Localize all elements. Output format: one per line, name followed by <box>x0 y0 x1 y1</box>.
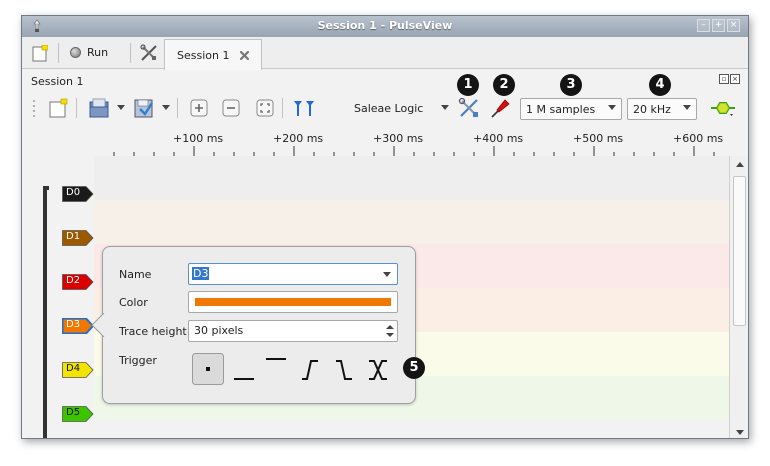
run-label: Run <box>87 46 109 59</box>
tab-session-1[interactable]: Session 1 <box>164 39 262 70</box>
trigger-low-button[interactable] <box>228 353 260 385</box>
spin-arrows-icon[interactable] <box>385 323 395 339</box>
channel-label-d3[interactable]: D3 <box>62 318 94 334</box>
scrollbar-thumb[interactable] <box>733 176 746 326</box>
trace-lane-d1[interactable] <box>94 200 729 244</box>
channel-label-d2[interactable]: D2 <box>62 274 94 290</box>
sample-count-select[interactable]: 1 M samples <box>520 98 622 120</box>
sample-count-value: 1 M samples <box>526 103 596 116</box>
save-icon[interactable] <box>133 97 155 119</box>
float-icon[interactable]: ▫ <box>719 74 729 84</box>
trigger-none-button[interactable] <box>192 353 224 385</box>
channel-group-bracket <box>43 186 49 438</box>
trigger-change-button[interactable] <box>362 353 394 385</box>
callout-3: 3 <box>560 74 582 96</box>
chevron-down-icon[interactable] <box>117 105 125 110</box>
chevron-down-icon[interactable] <box>441 105 449 110</box>
channel-name: D5 <box>66 407 81 418</box>
ruler-tick-label: +100 ms <box>173 132 224 145</box>
maximize-button[interactable]: + <box>712 19 725 32</box>
title-bar: Session 1 - PulseView – + × <box>22 16 748 37</box>
device-name: Saleae Logic <box>354 102 424 115</box>
scroll-up-icon[interactable] <box>736 162 744 167</box>
window-title: Session 1 - PulseView <box>317 19 453 32</box>
close-window-button[interactable]: × <box>727 19 740 32</box>
trace-height-spinbox[interactable]: 30 pixels <box>188 320 398 342</box>
channel-label-d0[interactable]: D0 <box>62 186 94 202</box>
vertical-scrollbar[interactable] <box>729 156 748 438</box>
chevron-down-icon <box>683 105 691 110</box>
ruler-tick-label: +600 ms <box>673 132 724 145</box>
channel-name: D0 <box>66 187 81 198</box>
sample-rate-value: 20 kHz <box>633 103 671 116</box>
popup-pointer <box>91 313 105 337</box>
name-input-value: D3 <box>192 267 210 280</box>
main-toolbar: Saleae Logic 1 M samples 20 kHz <box>22 94 748 124</box>
callout-4: 4 <box>649 74 671 96</box>
app-window: Session 1 - PulseView – + × Run Session … <box>21 15 749 439</box>
ruler-tick-label: +400 ms <box>473 132 524 145</box>
color-swatch <box>195 298 391 306</box>
tab-label: Session 1 <box>177 48 230 62</box>
zoom-fit-icon[interactable] <box>256 99 274 117</box>
name-label: Name <box>119 268 152 281</box>
channel-name: D4 <box>66 363 81 374</box>
channel-label-d5[interactable]: D5 <box>62 406 94 422</box>
settings-tools-icon[interactable] <box>140 44 158 62</box>
trace-height-label: Trace height <box>119 325 187 338</box>
channel-label-d4[interactable]: D4 <box>62 362 94 378</box>
channel-name: D1 <box>66 231 81 242</box>
callout-2: 2 <box>493 74 515 96</box>
divider <box>282 98 283 118</box>
trace-height-value: 30 pixels <box>194 324 244 337</box>
scroll-down-icon[interactable] <box>736 430 744 435</box>
divider <box>76 98 77 118</box>
ruler-tick-label: +500 ms <box>573 132 624 145</box>
session-title: Session 1 <box>31 75 84 88</box>
new-session-icon[interactable] <box>48 98 68 118</box>
show-cursors-icon[interactable] <box>292 99 316 117</box>
trace-lane-d0[interactable] <box>94 156 729 200</box>
callout-1: 1 <box>457 74 479 96</box>
zoom-in-icon[interactable] <box>190 99 208 117</box>
device-configure-icon[interactable] <box>458 97 480 119</box>
toolbar-grip <box>33 100 35 117</box>
channel-name: D3 <box>66 319 81 330</box>
name-input[interactable]: D3 <box>188 263 398 285</box>
ruler-tick-label: +200 ms <box>273 132 324 145</box>
channel-name: D2 <box>66 275 81 286</box>
time-ruler[interactable]: +100 ms +200 ms +300 ms +400 ms +500 ms … <box>22 124 729 158</box>
new-session-icon[interactable] <box>32 45 48 62</box>
trigger-high-button[interactable] <box>260 353 292 385</box>
chevron-down-icon <box>608 105 616 110</box>
run-button[interactable]: Run <box>70 46 108 59</box>
open-file-icon[interactable] <box>88 97 110 119</box>
chevron-down-icon[interactable] <box>162 105 170 110</box>
close-icon[interactable] <box>239 50 250 61</box>
color-label: Color <box>119 296 148 309</box>
probe-icon[interactable] <box>490 97 512 119</box>
record-icon <box>70 47 81 58</box>
divider <box>177 98 178 118</box>
minimize-button[interactable]: – <box>697 19 710 32</box>
trigger-rising-button[interactable] <box>294 353 326 385</box>
zoom-out-icon[interactable] <box>222 99 240 117</box>
add-decoder-icon[interactable] <box>710 98 736 118</box>
close-icon[interactable]: × <box>730 74 740 84</box>
divider <box>130 43 131 63</box>
divider <box>58 43 59 63</box>
trigger-label: Trigger <box>119 354 157 367</box>
chevron-down-icon[interactable] <box>383 272 391 277</box>
channel-properties-popup: Name D3 Color Trace height 30 pixels Tri… <box>91 246 425 404</box>
color-picker[interactable] <box>188 291 398 313</box>
callout-5: 5 <box>403 357 425 379</box>
trigger-falling-button[interactable] <box>328 353 360 385</box>
session-tab-bar: Run Session 1 <box>22 37 748 70</box>
channel-label-d1[interactable]: D1 <box>62 230 94 246</box>
ruler-tick-label: +300 ms <box>373 132 424 145</box>
